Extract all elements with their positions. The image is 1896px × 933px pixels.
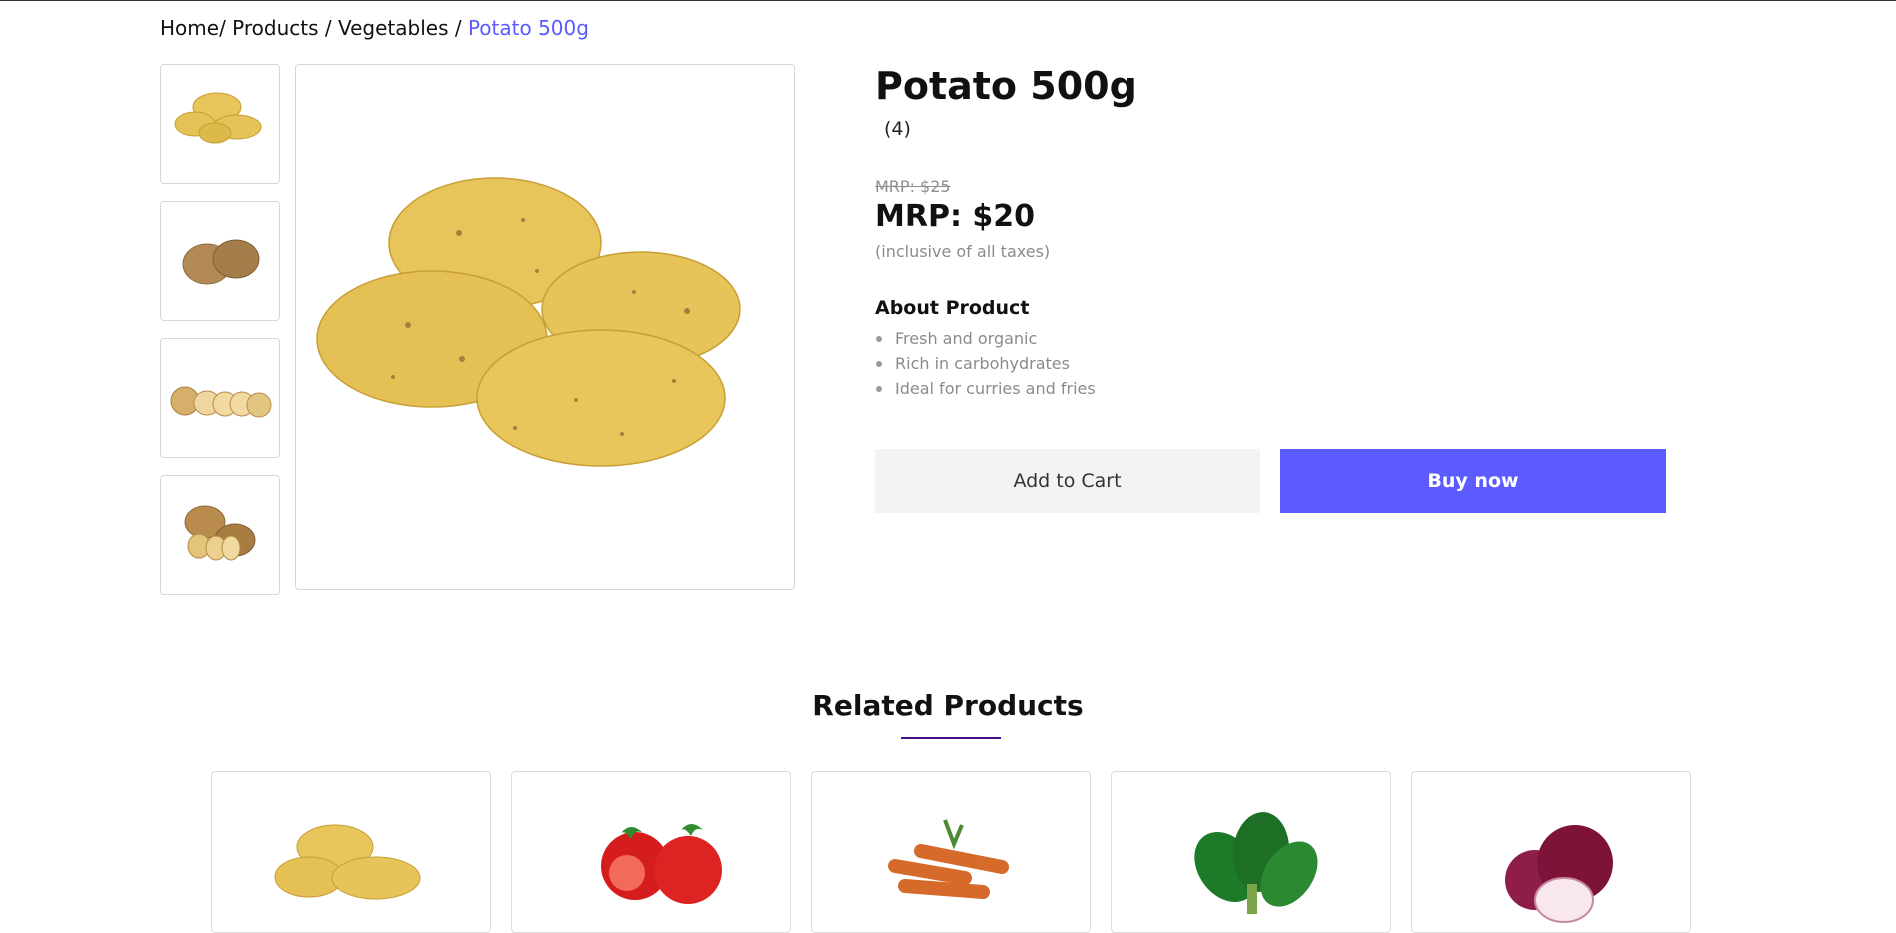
product-title: Potato 500g — [875, 64, 1137, 108]
brown-potato-image — [182, 239, 260, 285]
related-products-row — [211, 771, 1691, 933]
about-product-title: About Product — [875, 297, 1030, 319]
spinach-image — [1194, 812, 1318, 914]
top-divider — [0, 0, 1896, 1]
carrot-image — [888, 819, 1009, 899]
potato-cut-image — [184, 505, 256, 561]
potato-main-image — [316, 177, 741, 467]
breadcrumb-current: Potato 500g — [467, 16, 589, 40]
thumbnail-1[interactable] — [160, 64, 280, 184]
mrp-new-price: MRP: $20 — [875, 199, 1036, 234]
related-card-tomato[interactable] — [511, 771, 791, 933]
rating-count: (4) — [884, 118, 911, 140]
main-product-image — [295, 64, 795, 590]
related-card-carrot[interactable] — [811, 771, 1091, 933]
mrp-old-price: MRP: $25 — [875, 177, 951, 196]
thumbnail-3[interactable] — [160, 338, 280, 458]
related-card-potato[interactable] — [211, 771, 491, 933]
add-to-cart-button[interactable]: Add to Cart — [875, 449, 1260, 513]
related-products-title: Related Products — [812, 689, 1084, 722]
onion-image — [1505, 825, 1613, 923]
about-point-2: Rich in carbohydrates — [875, 351, 1096, 376]
breadcrumb-vegetables[interactable]: Vegetables — [338, 16, 449, 40]
thumbnail-2[interactable] — [160, 201, 280, 321]
related-title-underline — [901, 737, 1001, 739]
about-product-list: Fresh and organic Rich in carbohydrates … — [875, 326, 1096, 401]
potato-image — [274, 824, 421, 900]
breadcrumb: Home/ Products / Vegetables / Potato 500… — [160, 16, 589, 40]
potato-image — [174, 92, 262, 144]
breadcrumb-home[interactable]: Home — [160, 16, 219, 40]
about-point-3: Ideal for curries and fries — [875, 376, 1096, 401]
tomato-image — [601, 824, 722, 904]
potato-slices-image — [170, 386, 272, 418]
related-card-onion[interactable] — [1411, 771, 1691, 933]
buy-now-button[interactable]: Buy now — [1280, 449, 1666, 513]
tax-note: (inclusive of all taxes) — [875, 242, 1051, 261]
about-point-1: Fresh and organic — [875, 326, 1096, 351]
thumbnail-list — [160, 64, 280, 612]
thumbnail-4[interactable] — [160, 475, 280, 595]
breadcrumb-products[interactable]: Products — [232, 16, 318, 40]
related-card-spinach[interactable] — [1111, 771, 1391, 933]
